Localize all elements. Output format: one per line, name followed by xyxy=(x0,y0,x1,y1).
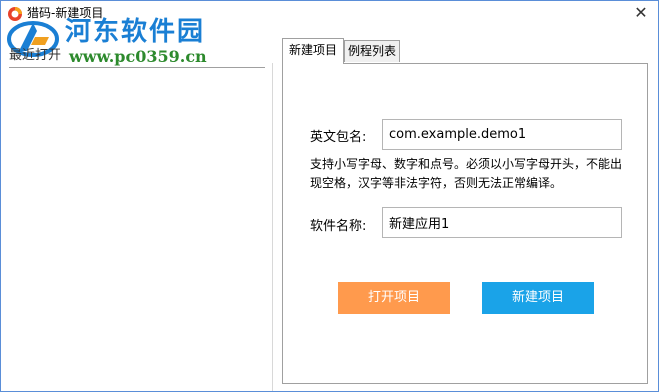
create-project-button[interactable]: 新建项目 xyxy=(482,282,594,314)
package-name-hint: 支持小写字母、数字和点号。必须以小写字母开头，不能出现空格，汉字等非法字符，否则… xyxy=(310,157,623,190)
recent-projects-label: 最近打开 xyxy=(9,48,62,63)
package-name-input[interactable] xyxy=(382,119,622,150)
watermark-site-name: 河东软件园 xyxy=(65,17,206,47)
open-project-button[interactable]: 打开项目 xyxy=(338,282,450,314)
package-name-label: 英文包名: xyxy=(310,130,367,145)
recent-divider xyxy=(9,67,265,68)
watermark-url: www.pc0359.cn xyxy=(69,47,207,66)
app-name-input[interactable] xyxy=(382,207,622,238)
tab-new-project[interactable]: 新建项目 xyxy=(282,38,344,64)
app-window: 猎码-新建项目 ✕ 河东软件园 www.pc0359.cn 最近打开 新建项目 … xyxy=(0,0,659,392)
close-button[interactable]: ✕ xyxy=(630,3,652,23)
app-name-label: 软件名称: xyxy=(310,219,367,234)
pane-splitter[interactable] xyxy=(272,63,273,391)
tab-example-list[interactable]: 例程列表 xyxy=(344,40,400,62)
